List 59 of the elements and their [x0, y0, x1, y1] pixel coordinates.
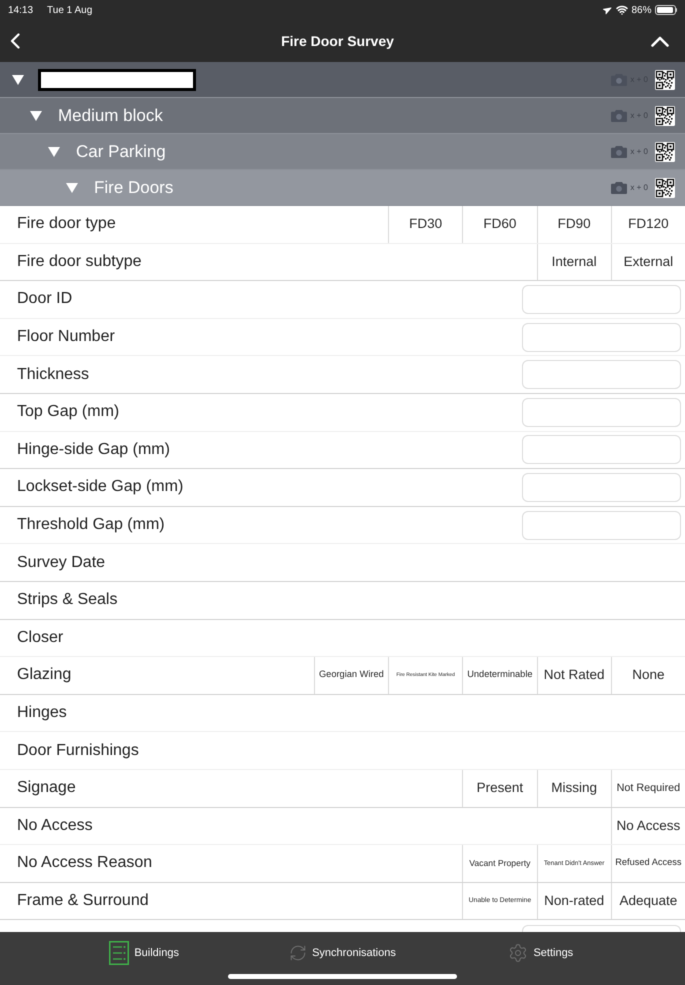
field-label: Fire door subtype — [16, 252, 142, 272]
field-label: Top Gap (mm) — [16, 402, 120, 422]
field-label: Glazing — [16, 665, 72, 686]
field-label: Door ID — [16, 289, 72, 310]
node-label: Car Parking — [76, 140, 166, 163]
disclosure-triangle-icon[interactable] — [66, 182, 78, 192]
tab-button[interactable]: Synchronisations — [243, 932, 442, 974]
battery-percentage: 86% — [631, 4, 652, 18]
disclosure-triangle-icon[interactable] — [30, 110, 42, 120]
input-field[interactable] — [522, 510, 681, 540]
field-label: Frame & Surround — [16, 890, 149, 911]
field-label: Threshold Gap (mm) — [16, 515, 165, 536]
field-label: No Access Reason — [16, 853, 152, 874]
field-label: Hinges — [16, 703, 67, 724]
wifi-icon — [616, 4, 628, 16]
battery-icon — [654, 5, 677, 15]
field-label: Floor Number — [16, 327, 115, 348]
node-label: Medium block — [58, 104, 163, 127]
tab-button[interactable]: Settings — [442, 932, 640, 974]
input-field[interactable] — [522, 360, 681, 390]
nav-title: Fire Door Survey — [281, 32, 394, 51]
input-field[interactable] — [522, 472, 681, 502]
field-label: Thickness — [16, 364, 90, 385]
disclosure-triangle-icon[interactable] — [12, 74, 24, 84]
field-label: Signage — [16, 778, 76, 798]
field-label: Fire door type — [16, 214, 116, 234]
qr-code-icon[interactable] — [655, 106, 675, 126]
list-icon — [109, 941, 130, 965]
chevron-up-icon — [650, 36, 669, 46]
location-arrow-icon — [601, 4, 612, 16]
chevron-left-icon — [10, 33, 20, 49]
camera-icon[interactable] — [611, 182, 628, 194]
field-label: Door Furnishings — [16, 740, 139, 761]
settings-icon — [508, 943, 528, 963]
qr-code-icon[interactable] — [655, 70, 675, 90]
field-label: Hinge-side Gap (mm) — [16, 440, 170, 460]
node-label: Fire Doors — [94, 176, 174, 199]
qr-code-icon[interactable] — [655, 178, 675, 198]
camera-icon[interactable] — [611, 146, 628, 158]
field-label: Closer — [16, 628, 64, 648]
photo-count: x + 0 — [630, 146, 648, 158]
disclosure-triangle-icon[interactable] — [48, 146, 60, 156]
field-label: Strips & Seals — [16, 590, 118, 610]
input-field[interactable] — [522, 398, 681, 427]
field-label: Lockset-side Gap (mm) — [16, 477, 184, 498]
camera-icon[interactable] — [611, 74, 628, 86]
input-field[interactable] — [522, 435, 681, 464]
status-date: Tue 1 Aug — [47, 4, 92, 18]
input-field[interactable] — [522, 322, 681, 352]
field-label: No Access — [16, 816, 93, 836]
camera-icon[interactable] — [611, 110, 628, 122]
status-time: 14:13 — [8, 4, 34, 18]
photo-count: x + 0 — [630, 182, 648, 194]
qr-code-icon[interactable] — [655, 142, 675, 162]
input-field[interactable] — [522, 284, 681, 314]
tab-button[interactable]: Buildings — [45, 932, 244, 974]
sync-icon — [289, 944, 308, 962]
field-label: Survey Date — [16, 552, 106, 573]
collapse-button[interactable] — [650, 35, 669, 47]
